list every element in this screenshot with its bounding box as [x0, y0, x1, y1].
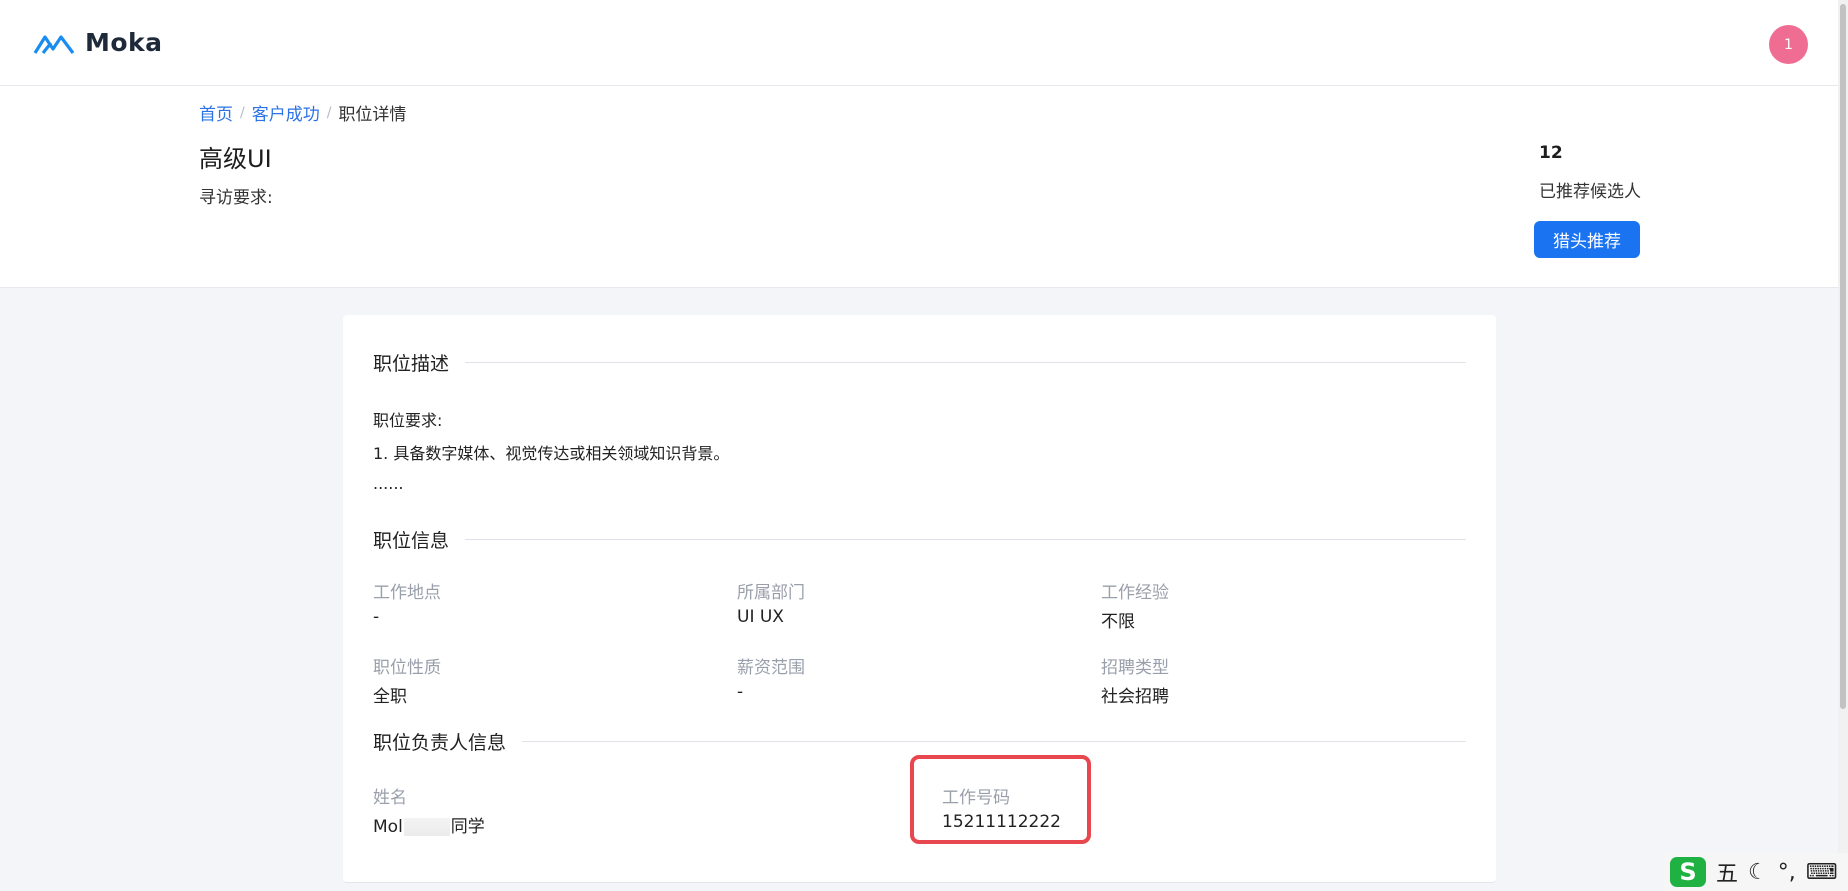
recommended-count: 12: [1539, 143, 1563, 163]
breadcrumb-separator: /: [326, 104, 332, 121]
brand-name: Moka: [85, 28, 163, 57]
page-scrollbar[interactable]: [1838, 0, 1848, 891]
user-avatar[interactable]: 1: [1769, 25, 1808, 64]
redacted-patch: [403, 818, 450, 836]
highlight-box: [910, 755, 1091, 844]
field-label-recruit-type: 招聘类型: [1101, 658, 1169, 678]
section-description: 职位描述: [373, 349, 1466, 376]
moon-icon[interactable]: ☾: [1748, 860, 1768, 885]
section-info-title: 职位信息: [373, 530, 450, 552]
field-value-department: UI UX: [737, 607, 784, 627]
field-label-experience: 工作经验: [1101, 583, 1169, 603]
ime-wubi-mode[interactable]: 五: [1716, 856, 1738, 888]
section-info: 职位信息: [373, 526, 1466, 553]
owner-name-label: 姓名: [373, 788, 407, 808]
breadcrumb-home[interactable]: 首页: [199, 100, 233, 125]
job-detail-card: 职位描述 职位要求: 1. 具备数字媒体、视觉传达或相关领域知识背景。 ....…: [343, 315, 1496, 883]
description-line: 1. 具备数字媒体、视觉传达或相关领域知识背景。: [373, 444, 730, 463]
section-description-title: 职位描述: [373, 353, 450, 375]
field-value-nature: 全职: [373, 687, 407, 707]
moka-logo[interactable]: Moka: [33, 28, 163, 57]
job-header: 首页 / 客户成功 / 职位详情 高级UI 寻访要求: 12 已推荐候选人 猎头…: [0, 86, 1838, 288]
breadcrumb: 首页 / 客户成功 / 职位详情: [199, 100, 407, 126]
keyboard-icon[interactable]: ⌨: [1806, 860, 1838, 885]
section-owner-title: 职位负责人信息: [373, 732, 507, 754]
top-bar: Moka 1: [0, 0, 1838, 86]
section-owner: 职位负责人信息: [373, 728, 1466, 755]
field-value-location: -: [373, 607, 380, 627]
breadcrumb-customer-success[interactable]: 客户成功: [252, 100, 320, 125]
field-value-salary: -: [737, 682, 744, 702]
field-value-recruit-type: 社会招聘: [1101, 687, 1169, 707]
sogou-ime-icon[interactable]: S: [1670, 857, 1706, 887]
owner-name-prefix: Mol: [373, 817, 403, 837]
recommended-label: 已推荐候选人: [1539, 182, 1641, 202]
field-value-experience: 不限: [1101, 612, 1135, 632]
breadcrumb-separator: /: [240, 104, 245, 121]
field-label-salary: 薪资范围: [737, 658, 805, 678]
description-line: 职位要求:: [373, 411, 443, 430]
moka-logo-icon: [33, 34, 75, 54]
section-divider: [465, 362, 1466, 363]
owner-name-suffix: 同学: [450, 817, 485, 837]
field-label-department: 所属部门: [737, 583, 805, 603]
search-requirement-label: 寻访要求:: [199, 188, 273, 208]
ime-toolbar: S 五 ☾ °, ⌨: [1664, 853, 1848, 891]
breadcrumb-current: 职位详情: [338, 105, 407, 125]
owner-name-value: Mol 同学: [373, 812, 485, 837]
field-label-location: 工作地点: [373, 583, 441, 603]
section-divider: [522, 741, 1466, 742]
field-label-nature: 职位性质: [373, 658, 441, 678]
job-title: 高级UI: [199, 145, 272, 173]
headhunter-recommend-button[interactable]: 猎头推荐: [1534, 221, 1640, 258]
scroll-thumb[interactable]: [1840, 4, 1846, 709]
punctuation-icon[interactable]: °,: [1778, 860, 1796, 885]
description-line: ......: [373, 474, 404, 493]
section-divider: [465, 539, 1466, 540]
